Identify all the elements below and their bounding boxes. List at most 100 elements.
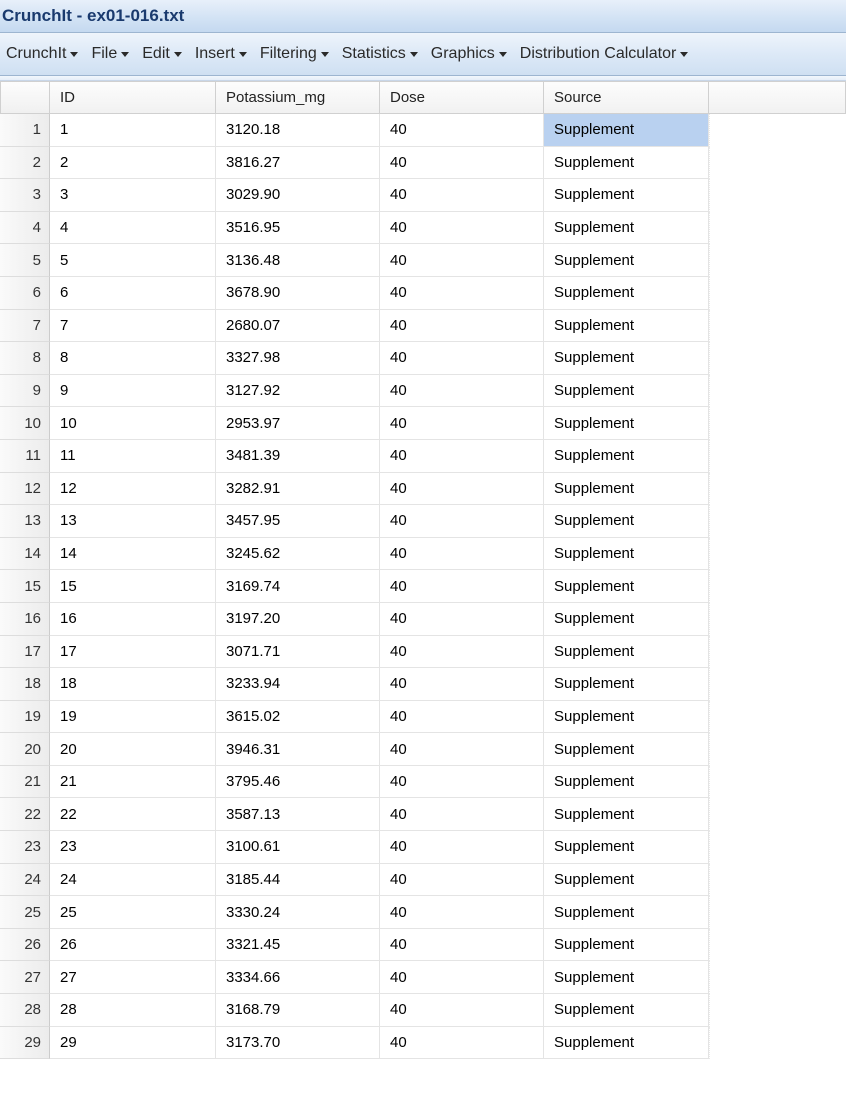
cell-dose[interactable]: 40 (380, 244, 544, 277)
row-number[interactable]: 9 (0, 375, 50, 408)
cell-id[interactable]: 29 (50, 1027, 216, 1060)
cell-empty[interactable] (709, 407, 846, 440)
row-number[interactable]: 29 (0, 1027, 50, 1060)
cell-potassium[interactable]: 3282.91 (216, 473, 380, 506)
cell-empty[interactable] (709, 342, 846, 375)
cell-empty[interactable] (709, 896, 846, 929)
row-number[interactable]: 28 (0, 994, 50, 1027)
cell-potassium[interactable]: 3185.44 (216, 864, 380, 897)
cell-source[interactable]: Supplement (544, 375, 709, 408)
cell-potassium[interactable]: 3169.74 (216, 570, 380, 603)
cell-dose[interactable]: 40 (380, 538, 544, 571)
cell-empty[interactable] (709, 1027, 846, 1060)
cell-dose[interactable]: 40 (380, 375, 544, 408)
cell-id[interactable]: 7 (50, 310, 216, 343)
cell-id[interactable]: 12 (50, 473, 216, 506)
cell-potassium[interactable]: 3816.27 (216, 147, 380, 180)
cell-dose[interactable]: 40 (380, 342, 544, 375)
cell-dose[interactable]: 40 (380, 570, 544, 603)
cell-source[interactable]: Supplement (544, 244, 709, 277)
row-number[interactable]: 5 (0, 244, 50, 277)
cell-source[interactable]: Supplement (544, 864, 709, 897)
row-number[interactable]: 21 (0, 766, 50, 799)
cell-potassium[interactable]: 3516.95 (216, 212, 380, 245)
cell-empty[interactable] (709, 636, 846, 669)
cell-potassium[interactable]: 3245.62 (216, 538, 380, 571)
row-number[interactable]: 27 (0, 961, 50, 994)
row-number[interactable]: 3 (0, 179, 50, 212)
cell-dose[interactable]: 40 (380, 114, 544, 147)
cell-potassium[interactable]: 3100.61 (216, 831, 380, 864)
menu-filtering[interactable]: Filtering (256, 43, 338, 65)
cell-id[interactable]: 9 (50, 375, 216, 408)
cell-source[interactable]: Supplement (544, 961, 709, 994)
cell-source[interactable]: Supplement (544, 668, 709, 701)
cell-empty[interactable] (709, 864, 846, 897)
cell-id[interactable]: 20 (50, 733, 216, 766)
row-number[interactable]: 24 (0, 864, 50, 897)
cell-potassium[interactable]: 3795.46 (216, 766, 380, 799)
cell-dose[interactable]: 40 (380, 961, 544, 994)
row-number[interactable]: 20 (0, 733, 50, 766)
cell-dose[interactable]: 40 (380, 831, 544, 864)
cell-empty[interactable] (709, 505, 846, 538)
cell-id[interactable]: 22 (50, 798, 216, 831)
cell-empty[interactable] (709, 603, 846, 636)
cell-potassium[interactable]: 3457.95 (216, 505, 380, 538)
cell-potassium[interactable]: 3330.24 (216, 896, 380, 929)
menu-insert[interactable]: Insert (191, 43, 256, 65)
cell-dose[interactable]: 40 (380, 733, 544, 766)
cell-potassium[interactable]: 3678.90 (216, 277, 380, 310)
cell-empty[interactable] (709, 570, 846, 603)
row-number[interactable]: 15 (0, 570, 50, 603)
menu-edit[interactable]: Edit (138, 43, 191, 65)
cell-id[interactable]: 17 (50, 636, 216, 669)
cell-empty[interactable] (709, 440, 846, 473)
cell-id[interactable]: 16 (50, 603, 216, 636)
cell-source[interactable]: Supplement (544, 766, 709, 799)
cell-source[interactable]: Supplement (544, 1027, 709, 1060)
column-header-empty[interactable] (709, 81, 846, 114)
cell-potassium[interactable]: 3481.39 (216, 440, 380, 473)
cell-potassium[interactable]: 3173.70 (216, 1027, 380, 1060)
cell-source[interactable]: Supplement (544, 407, 709, 440)
menu-statistics[interactable]: Statistics (338, 43, 427, 65)
cell-source[interactable]: Supplement (544, 114, 709, 147)
cell-id[interactable]: 4 (50, 212, 216, 245)
row-number[interactable]: 19 (0, 701, 50, 734)
cell-id[interactable]: 3 (50, 179, 216, 212)
cell-source[interactable]: Supplement (544, 733, 709, 766)
cell-source[interactable]: Supplement (544, 147, 709, 180)
cell-id[interactable]: 8 (50, 342, 216, 375)
cell-id[interactable]: 15 (50, 570, 216, 603)
column-header-dose[interactable]: Dose (380, 81, 544, 114)
cell-potassium[interactable]: 2680.07 (216, 310, 380, 343)
cell-id[interactable]: 28 (50, 994, 216, 1027)
cell-dose[interactable]: 40 (380, 310, 544, 343)
row-number[interactable]: 1 (0, 114, 50, 147)
cell-id[interactable]: 10 (50, 407, 216, 440)
row-number[interactable]: 14 (0, 538, 50, 571)
cell-empty[interactable] (709, 733, 846, 766)
cell-id[interactable]: 19 (50, 701, 216, 734)
column-header-potassium[interactable]: Potassium_mg (216, 81, 380, 114)
row-number[interactable]: 26 (0, 929, 50, 962)
cell-potassium[interactable]: 2953.97 (216, 407, 380, 440)
cell-dose[interactable]: 40 (380, 701, 544, 734)
cell-empty[interactable] (709, 473, 846, 506)
cell-potassium[interactable]: 3615.02 (216, 701, 380, 734)
cell-potassium[interactable]: 3168.79 (216, 994, 380, 1027)
row-number[interactable]: 13 (0, 505, 50, 538)
cell-source[interactable]: Supplement (544, 310, 709, 343)
menu-file[interactable]: File (87, 43, 138, 65)
cell-source[interactable]: Supplement (544, 896, 709, 929)
cell-dose[interactable]: 40 (380, 929, 544, 962)
cell-empty[interactable] (709, 114, 846, 147)
cell-id[interactable]: 27 (50, 961, 216, 994)
cell-dose[interactable]: 40 (380, 636, 544, 669)
cell-source[interactable]: Supplement (544, 179, 709, 212)
cell-empty[interactable] (709, 766, 846, 799)
cell-dose[interactable]: 40 (380, 212, 544, 245)
cell-source[interactable]: Supplement (544, 570, 709, 603)
cell-empty[interactable] (709, 961, 846, 994)
